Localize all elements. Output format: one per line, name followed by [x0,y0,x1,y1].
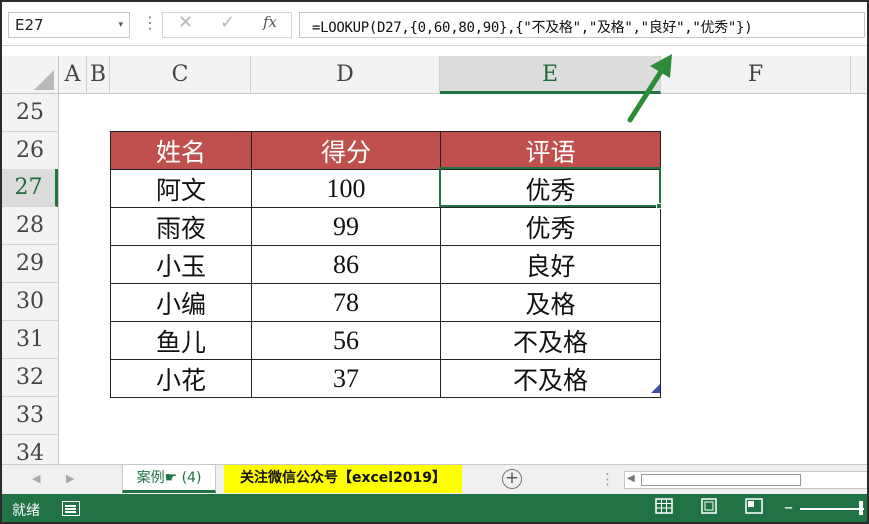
cell-comment[interactable]: 不及格 [440,359,661,398]
column-header-row: A B C D E F [2,56,867,94]
row-header-28[interactable]: 28 [2,207,58,245]
name-box[interactable]: E27 ▾ [8,12,130,38]
insert-function-icon[interactable]: fx [263,13,277,31]
tab-scroll-right-icon[interactable]: ▶ [66,472,74,485]
column-header-b[interactable]: B [87,56,110,94]
cell-name[interactable]: 小玉 [110,245,252,284]
cancel-icon[interactable]: ✕ [178,12,193,33]
column-header-c[interactable]: C [110,56,251,94]
sheet-tab-wechat[interactable]: 关注微信公众号【excel2019】 [224,465,462,493]
cell-score[interactable]: 100 [251,169,441,208]
formula-bar: E27 ▾ ⋮ ✕ ✓ fx =LOOKUP(D27,{0,60,80,90},… [2,2,867,46]
status-ready-text: 就绪 [12,503,40,519]
header-cell-name[interactable]: 姓名 [110,131,252,170]
row-header-27[interactable]: 27 [2,169,58,207]
column-header-d[interactable]: D [251,56,440,94]
score-table: 姓名 得分 评语 阿文 100 优秀 雨夜 99 优秀 小玉 86 良好 小编 [110,131,661,398]
row-header-34[interactable]: 34 [2,435,58,464]
row-header-32[interactable]: 32 [2,359,58,397]
row-header-30[interactable]: 30 [2,283,58,321]
row-header-column: 25 26 27 28 29 30 31 32 33 34 [2,94,59,464]
row-header-29[interactable]: 29 [2,245,58,283]
cell-name[interactable]: 雨夜 [110,207,252,246]
fill-handle[interactable] [656,203,662,209]
cell-comment[interactable]: 不及格 [440,321,661,360]
row-header-26[interactable]: 26 [2,132,58,170]
page-break-view-icon[interactable] [743,498,765,518]
select-all-triangle-icon [34,70,54,90]
sheet-tab-active[interactable]: 案例☛ (4) [122,465,216,493]
page-layout-view-icon[interactable] [698,498,720,518]
cell-comment[interactable]: 良好 [440,245,661,284]
excel-window: E27 ▾ ⋮ ✕ ✓ fx =LOOKUP(D27,{0,60,80,90},… [0,0,869,524]
cell-name[interactable]: 阿文 [110,169,252,208]
formula-text: =LOOKUP(D27,{0,60,80,90},{"不及格","及格","良好… [312,20,753,36]
normal-view-icon[interactable] [653,498,675,518]
scrollbar-thumb[interactable] [641,474,801,486]
cell-score[interactable]: 56 [251,321,441,360]
table-row: 阿文 100 优秀 [110,169,661,208]
cell-name[interactable]: 鱼儿 [110,321,252,360]
cell-comment[interactable]: 优秀 [440,207,661,246]
enter-icon[interactable]: ✓ [220,12,235,33]
name-box-value: E27 [15,16,44,34]
status-bar: 就绪 – [2,494,867,522]
column-header-f[interactable]: F [661,56,851,94]
cell-name[interactable]: 小花 [110,359,252,398]
zoom-out-button[interactable]: – [784,497,793,518]
column-header-a[interactable]: A [59,56,87,94]
cell-comment[interactable]: 及格 [440,283,661,322]
table-row: 小编 78 及格 [110,283,661,322]
cell-score[interactable]: 99 [251,207,441,246]
cell-score[interactable]: 78 [251,283,441,322]
cell-score[interactable]: 86 [251,245,441,284]
table-row: 鱼儿 56 不及格 [110,321,661,360]
formula-input[interactable]: =LOOKUP(D27,{0,60,80,90},{"不及格","及格","良好… [299,12,865,38]
horizontal-scrollbar[interactable]: ◀ [624,471,867,489]
row-header-31[interactable]: 31 [2,321,58,359]
cell-score[interactable]: 37 [251,359,441,398]
chevron-down-icon[interactable]: ▾ [118,20,123,30]
tab-splitter-icon[interactable]: ⋮ [600,470,615,488]
more-options-icon: ⋮ [142,13,158,32]
header-cell-score[interactable]: 得分 [251,131,441,170]
macro-record-icon[interactable] [62,501,80,516]
worksheet-grid[interactable]: 姓名 得分 评语 阿文 100 优秀 雨夜 99 优秀 小玉 86 良好 小编 [59,94,867,464]
select-all-button[interactable] [2,56,59,94]
scroll-left-icon[interactable]: ◀ [627,473,635,484]
cell-name[interactable]: 小编 [110,283,252,322]
table-row: 小花 37 不及格 [110,359,661,398]
header-cell-comment[interactable]: 评语 [440,131,661,170]
table-row: 小玉 86 良好 [110,245,661,284]
zoom-slider-thumb[interactable] [859,501,863,515]
row-header-25[interactable]: 25 [2,94,58,132]
table-header-row: 姓名 得分 评语 [110,131,661,170]
add-sheet-button[interactable]: + [502,469,522,489]
row-header-33[interactable]: 33 [2,397,58,435]
tab-scroll-left-icon[interactable]: ◀ [32,472,40,485]
column-header-e[interactable]: E [440,56,661,94]
cell-comment[interactable]: 优秀 [440,169,661,208]
zoom-slider[interactable] [800,508,864,510]
sheet-tab-bar: ◀ ▶ 案例☛ (4) 关注微信公众号【excel2019】 + ⋮ ◀ [2,464,867,494]
table-row: 雨夜 99 优秀 [110,207,661,246]
